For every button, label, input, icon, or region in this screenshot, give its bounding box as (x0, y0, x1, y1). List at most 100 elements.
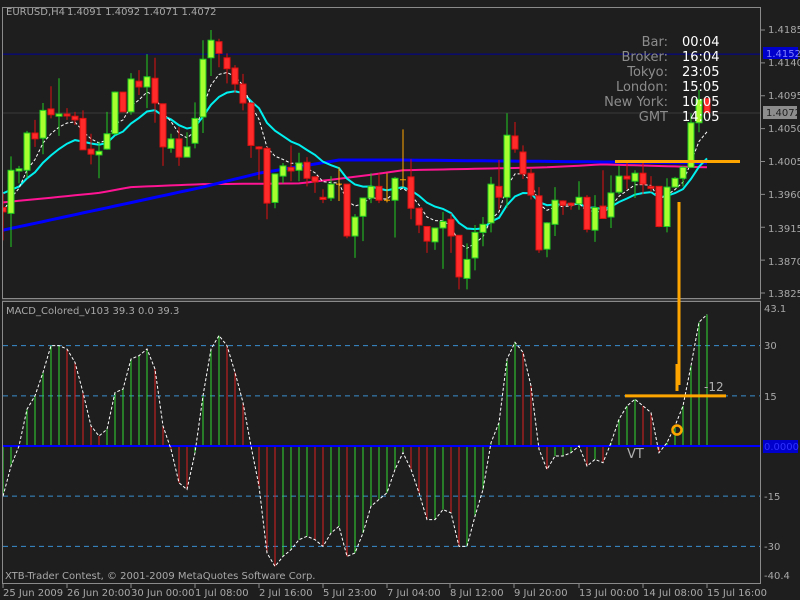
candle-bearish (511, 135, 519, 150)
clock-value-gmt: 14:05 (682, 110, 719, 125)
candle-bearish (31, 132, 39, 140)
candle-bullish (351, 216, 359, 237)
chart-ohlc: 1.4091 1.4092 1.4071 1.4072 (67, 7, 217, 18)
candle-bullish (143, 76, 151, 88)
candle-bullish (431, 227, 439, 243)
macd-tick-zero: 0.0000 (764, 442, 799, 453)
candle-bearish (87, 148, 95, 155)
price-axis: 1.4185 1.4140 1.4095 1.4050 1.4005 1.396… (763, 25, 800, 300)
candle-bullish (279, 165, 287, 177)
candle-bullish (199, 58, 207, 118)
macd-axis: 43.1 30 15 0.0000 -15 -30 -40.4 (763, 304, 799, 582)
candle-bullish (183, 146, 191, 158)
candle-bearish (135, 80, 143, 88)
candle-bearish (3, 207, 7, 213)
candle-bearish (151, 77, 159, 104)
indicator-title: MACD_Colored_v103 39.3 0.0 39.3 (6, 306, 179, 317)
candle-bullish (615, 175, 623, 193)
candle-bullish (111, 91, 119, 135)
macd-tick-min: -40.4 (764, 571, 790, 582)
price-tick: 1.3825 (768, 289, 800, 300)
candle-bearish (583, 196, 591, 230)
candle-bullish (7, 169, 15, 214)
time-tick: 9 Jul 20:00 (514, 588, 568, 599)
candle-bullish (575, 196, 583, 205)
candle-bearish (375, 185, 383, 201)
candle-bullish (367, 185, 375, 199)
metatrader-chart-window[interactable]: EURUSD,H4 1.4091 1.4092 1.4071 1.4072 Ba… (0, 0, 800, 600)
clock-value-newyork: 10:05 (682, 95, 719, 110)
candle-bullish (39, 109, 47, 139)
clock-value-london: 15:05 (682, 80, 719, 95)
candle-bullish (591, 207, 599, 231)
candle-bullish (15, 168, 23, 172)
candle-bearish (559, 200, 567, 206)
macd-panel[interactable] (2, 301, 761, 584)
candle-bullish (663, 186, 671, 228)
price-tick: 1.4005 (768, 157, 800, 168)
candle-bullish (551, 199, 559, 225)
macd-tick-m30: -30 (764, 542, 780, 553)
candle-bullish (207, 39, 215, 59)
candle-bearish (535, 195, 543, 251)
candle-bullish (127, 78, 135, 113)
candle-bearish (527, 172, 535, 196)
clock-label-bar: Bar: (642, 35, 668, 50)
candle-bearish (239, 83, 247, 104)
time-tick: 8 Jul 12:00 (450, 588, 504, 599)
candle-bearish (215, 41, 223, 54)
candle-bullish (479, 223, 487, 233)
candle-bearish (71, 115, 79, 121)
candle-bearish (159, 103, 167, 148)
candle-bearish (63, 113, 71, 117)
candle-bullish (679, 166, 687, 179)
line-price-label: 1.4152 (766, 49, 800, 60)
annotation-vt: VT (627, 447, 644, 462)
time-tick: 5 Jul 23:00 (323, 588, 377, 599)
candle-bearish (599, 205, 607, 219)
candle-bearish (447, 218, 455, 237)
annotation-minus-12: -12 (704, 380, 724, 394)
candle-bearish (287, 166, 295, 172)
clock-value-bar: 00:04 (682, 35, 719, 50)
candle-bearish (47, 108, 55, 116)
candle-bullish (471, 231, 479, 259)
candle-bearish (247, 102, 255, 146)
time-tick: 15 Jul 16:00 (707, 588, 767, 599)
candle-bullish (463, 258, 471, 279)
candle-bullish (103, 133, 111, 150)
candle-bullish (631, 172, 639, 182)
candle-bearish (175, 138, 183, 158)
candle-bullish (95, 150, 103, 156)
macd-tick-m15: -15 (764, 492, 780, 503)
candle-bullish (295, 162, 303, 171)
time-tick: 14 Jul 08:00 (643, 588, 703, 599)
candle-bullish (23, 132, 31, 171)
candle-bullish (671, 177, 679, 188)
price-tick: 1.4095 (768, 91, 800, 102)
candle-bearish (343, 183, 351, 237)
candle-bullish (391, 177, 399, 201)
candle-bearish (455, 234, 463, 278)
price-tick: 1.4050 (768, 124, 800, 135)
candle-bearish (647, 185, 655, 189)
candle-bearish (255, 146, 263, 150)
macd-tick-30: 30 (764, 341, 777, 352)
clock-value-tokyo: 23:05 (682, 65, 719, 80)
copyright-text: XTB-Trader Contest, © 2001-2009 MetaQuot… (5, 571, 315, 582)
clock-label-tokyo: Tokyo: (626, 65, 668, 80)
price-tick: 1.4185 (768, 25, 800, 36)
candle-bearish (567, 202, 575, 206)
candle-bullish (167, 138, 175, 149)
time-tick: 26 Jun 20:00 (67, 588, 131, 599)
candle-bearish (519, 151, 527, 175)
candle-bearish (319, 196, 327, 200)
candle-bearish (311, 176, 319, 183)
candle-bearish (495, 185, 503, 198)
candle-bearish (119, 91, 127, 113)
candle-bullish (191, 117, 199, 144)
time-axis: 25 Jun 2009 26 Jun 20:00 30 Jun 00:00 1 … (3, 588, 767, 599)
clock-label-broker: Broker: (622, 50, 669, 65)
candle-bearish (423, 226, 431, 242)
candle-bearish (263, 147, 271, 204)
